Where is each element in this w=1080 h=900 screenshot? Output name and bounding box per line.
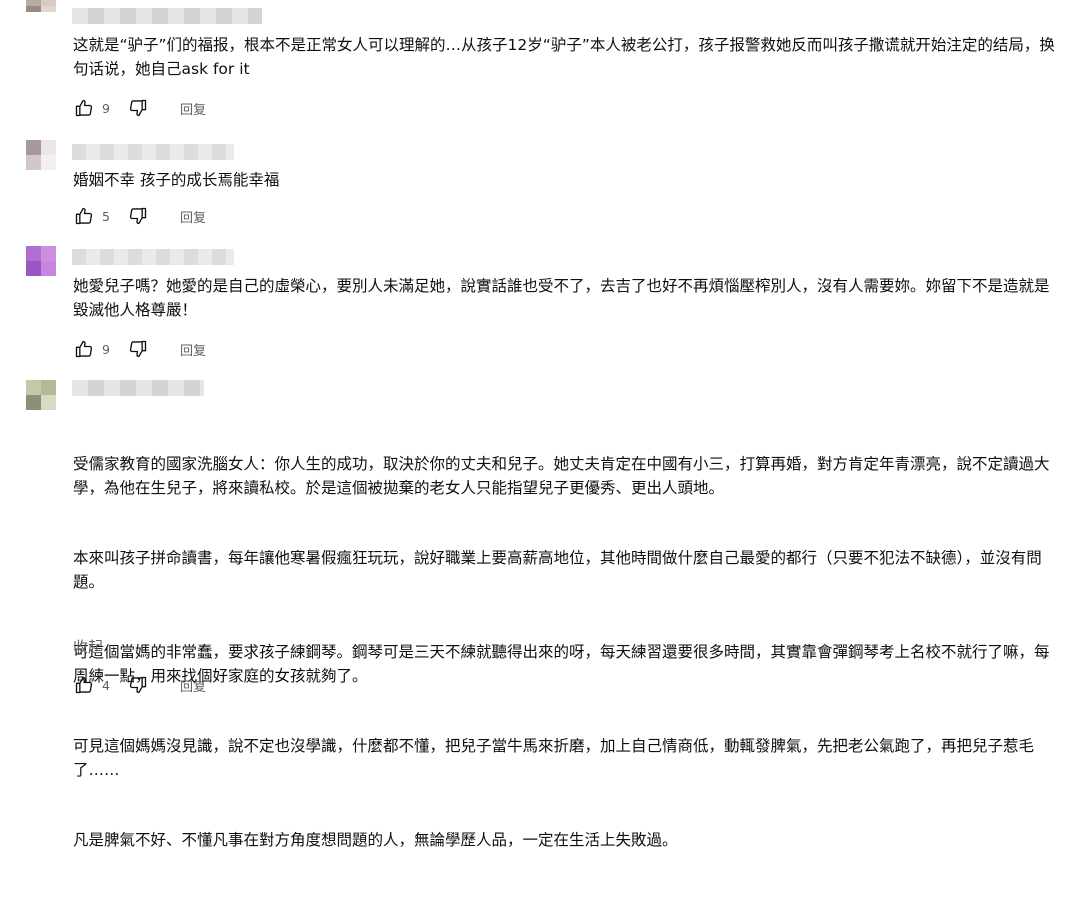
reply-button[interactable]: 回复 xyxy=(180,207,206,226)
thumb-down-icon[interactable] xyxy=(126,204,150,228)
comment-paragraph: 可這個當媽的非常蠢，要求孩子練鋼琴。鋼琴可是三天不練就聽得出來的呀，每天練習還要… xyxy=(73,643,1050,685)
thumb-up-icon[interactable] xyxy=(72,204,96,228)
comment-actions: 4 回复 xyxy=(72,673,206,697)
like-count: 4 xyxy=(102,677,110,693)
reply-button[interactable]: 回复 xyxy=(180,99,206,118)
thumb-down-icon[interactable] xyxy=(126,337,150,361)
thumb-down-icon[interactable] xyxy=(126,96,150,120)
like-count: 9 xyxy=(102,341,110,357)
author-name-blurred[interactable] xyxy=(72,380,204,396)
comment-paragraph: 可見這個媽媽沒見識，說不定也沒學識，什麼都不懂，把兒子當牛馬來折磨，加上自己情商… xyxy=(73,737,1035,779)
thumb-up-icon[interactable] xyxy=(72,96,96,120)
like-count: 5 xyxy=(102,208,110,224)
comment-text: 她愛兒子嗎？她愛的是自己的虛榮心，要別人未滿足她，說實話誰也受不了，去吉了也好不… xyxy=(73,277,1050,319)
reply-button[interactable]: 回复 xyxy=(180,340,206,359)
comment-text: 婚姻不幸 孩子的成长焉能幸福 xyxy=(73,171,280,189)
comment-paragraph: 凡是脾氣不好、不懂凡事在對方角度想問題的人，無論學歷人品，一定在生活上失敗過。 xyxy=(73,831,678,849)
thumb-up-icon[interactable] xyxy=(72,337,96,361)
comment-paragraph: 受儒家教育的國家洗腦女人：你人生的成功，取決於你的丈夫和兒子。她丈夫肯定在中國有… xyxy=(73,455,1050,497)
like-count: 9 xyxy=(102,100,110,116)
comment-text: 受儒家教育的國家洗腦女人：你人生的成功，取決於你的丈夫和兒子。她丈夫肯定在中國有… xyxy=(73,406,1063,900)
thumb-down-icon[interactable] xyxy=(126,673,150,697)
comment-actions: 9 回复 xyxy=(72,337,206,361)
author-name-blurred[interactable] xyxy=(72,249,234,265)
comment-paragraph: 本來叫孩子拼命讀書，每年讓他寒暑假瘋狂玩玩，說好職業上要高薪高地位，其他時間做什… xyxy=(73,549,1042,591)
author-name-blurred[interactable] xyxy=(72,8,262,24)
comment-text: 这就是“驴子”们的福报，根本不是正常女人可以理解的…从孩子12岁“驴子”本人被老… xyxy=(73,36,1055,78)
author-name-blurred[interactable] xyxy=(72,144,234,160)
reply-button[interactable]: 回复 xyxy=(180,676,206,695)
avatar[interactable] xyxy=(26,140,56,170)
avatar[interactable] xyxy=(26,246,56,276)
thumb-up-icon[interactable] xyxy=(72,673,96,697)
comment-actions: 9 回复 xyxy=(72,96,206,120)
avatar[interactable] xyxy=(26,380,56,410)
comment-actions: 5 回复 xyxy=(72,204,206,228)
avatar[interactable] xyxy=(26,0,56,12)
collapse-link[interactable]: 收起 xyxy=(73,636,103,657)
